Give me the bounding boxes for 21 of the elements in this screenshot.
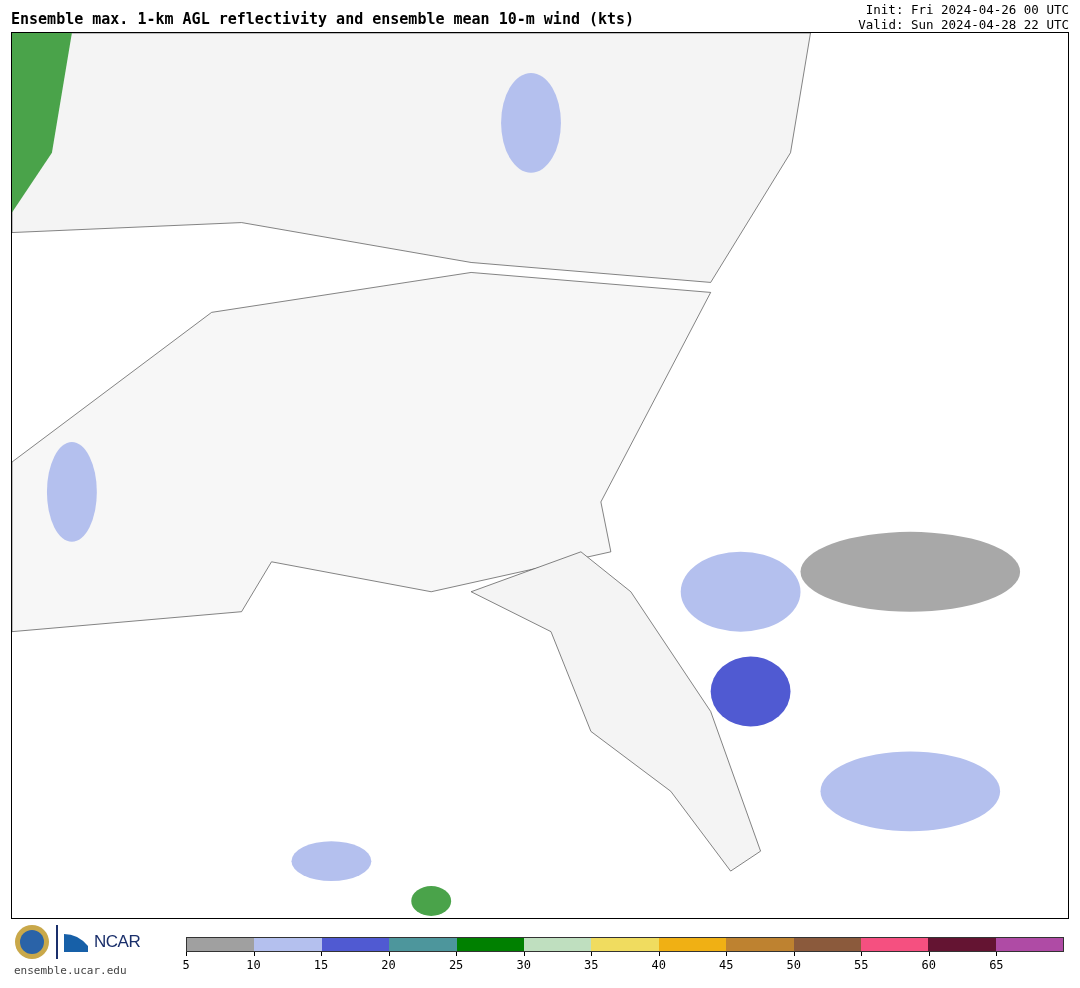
globe-logo-icon (14, 924, 50, 960)
tick-label: 35 (582, 958, 600, 972)
tick-label: 65 (988, 958, 1005, 972)
tick-label: 45 (718, 958, 735, 972)
logo-text: NCAR (94, 932, 141, 952)
swoosh-logo-icon (64, 932, 88, 952)
tick-label: 50 (785, 958, 802, 972)
chart-title: Ensemble max. 1-km AGL reflectivity and ensemble mean 10-m wind (kts) (11, 10, 635, 30)
valid-time: Valid: Sun 2024-04-28 22 UTC (858, 17, 1069, 32)
tick-label: 5 (181, 958, 191, 972)
tick-label: 55 (853, 958, 870, 972)
tick-label: 40 (650, 958, 667, 972)
site-url: ensemble.ucar.edu (14, 964, 128, 977)
init-time: Init: Fri 2024-04-26 00 UTC (865, 2, 1069, 17)
tick-label: 25 (447, 958, 465, 972)
tick-label: 10 (245, 958, 262, 972)
tick-label: 15 (312, 958, 330, 972)
tick-label: 20 (380, 958, 397, 972)
tick-label: 30 (515, 958, 532, 972)
divider-line (56, 925, 58, 959)
tick-label: 60 (920, 958, 938, 972)
